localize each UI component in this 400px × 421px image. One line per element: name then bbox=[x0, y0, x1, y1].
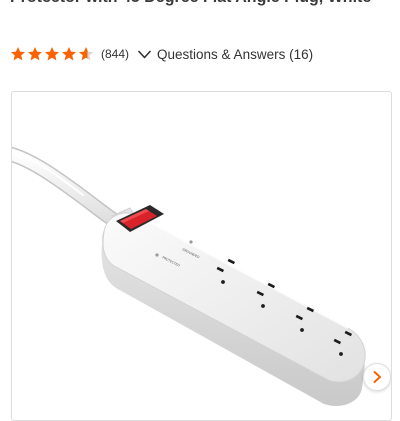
questions-answers-link[interactable]: Questions & Answers (16) bbox=[157, 47, 313, 62]
chevron-down-icon[interactable] bbox=[138, 50, 151, 59]
chevron-right-icon bbox=[373, 371, 381, 383]
star-icon bbox=[28, 47, 42, 61]
rating-row[interactable]: (844) Questions & Answers (16) bbox=[10, 43, 313, 65]
product-image-carousel[interactable]: PROTECTED GROUNDED bbox=[11, 91, 392, 421]
star-icon bbox=[79, 47, 93, 61]
review-count[interactable]: (844) bbox=[101, 47, 129, 61]
product-image: PROTECTED GROUNDED bbox=[12, 146, 366, 407]
star-icon bbox=[11, 47, 25, 61]
product-title: Protector with 45 Degree Flat Angle Plug… bbox=[10, 0, 395, 8]
star-icon bbox=[62, 47, 76, 61]
star-icon bbox=[45, 47, 59, 61]
next-image-button[interactable] bbox=[363, 363, 391, 391]
star-rating[interactable] bbox=[10, 46, 94, 62]
